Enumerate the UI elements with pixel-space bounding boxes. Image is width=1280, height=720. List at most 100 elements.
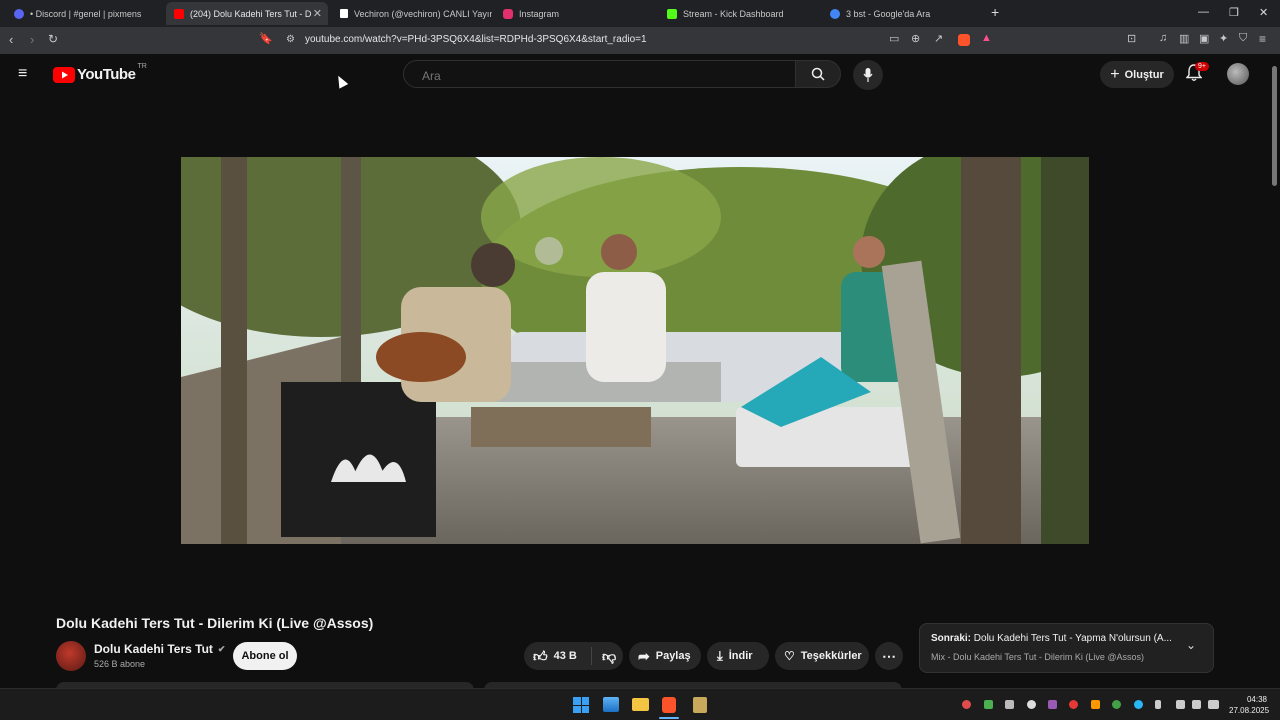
new-tab-button[interactable]: + [991,4,999,20]
tab-kick[interactable]: Stream - Kick Dashboard [659,2,819,25]
photos-app-icon[interactable] [603,697,619,712]
tab-google[interactable]: 3 bst - Google'da Ara [822,2,982,25]
tray-battery-icon[interactable] [1208,700,1219,709]
tray-display-icon[interactable] [1176,700,1185,709]
video-frame [181,157,1089,544]
clock-date: 27.08.2025 [1229,706,1270,715]
browser-tab-strip: • Discord | #genel | pixmens (204) Dolu … [0,0,1280,27]
dislike-button[interactable]: 👎︎ [602,648,616,665]
brave-browser-icon[interactable] [662,697,676,713]
youtube-logo-text: YouTube [77,66,136,83]
address-bar[interactable]: youtube.com/watch?v=PHd-3PSQ6X4&list=RDP… [305,34,647,45]
vpn-icon[interactable]: ⛉ [1239,32,1247,45]
active-app-indicator [659,717,679,719]
tray-arrow-icon[interactable] [1005,700,1014,709]
sidebar-icon[interactable]: ▥ [1179,32,1189,45]
verified-icon: ✔ [217,643,226,654]
avatar[interactable] [1227,63,1249,85]
tray-record-icon[interactable] [1069,700,1078,709]
youtube-logo[interactable]: YouTube TR [53,63,147,83]
tiktok-icon [340,9,348,18]
tab-label: • Discord | #genel | pixmens [30,8,142,19]
notifications-button[interactable]: 9+ [1185,62,1209,87]
page-scrollbar[interactable] [1268,54,1280,688]
up-next-title-row: Sonraki: Dolu Kadehi Ters Tut - Yapma N'… [931,633,1172,644]
region-code: TR [137,63,147,70]
ai-icon[interactable]: ✦ [1219,32,1228,45]
hamburger-menu-icon[interactable]: ≡ [18,65,27,83]
windows-start-icon[interactable] [573,697,589,713]
like-count: 43 B [553,650,577,662]
video-player[interactable] [181,157,1089,544]
file-explorer-icon[interactable] [632,698,649,711]
like-button[interactable]: 👍︎ 43 B [524,647,592,665]
thanks-button[interactable]: ♡ Teşekkürler [775,642,869,670]
notification-badge: 9+ [1195,62,1209,71]
more-actions-button[interactable]: ⋯ [875,642,903,670]
site-info-icon[interactable]: ⚙ [286,34,295,45]
download-icon: ⤓ [717,648,723,663]
tray-nvidia-icon[interactable] [984,700,993,709]
tray-steam-icon[interactable] [1027,700,1036,709]
subscribe-button[interactable]: Abone ol [233,642,297,670]
create-label: Oluştur [1124,68,1164,81]
thumbs-up-icon: 👍︎ [533,647,548,664]
up-next-mix: Mix - Dolu Kadehi Ters Tut - Dilerim Ki … [931,652,1145,662]
tray-vpn-icon[interactable] [1048,700,1057,709]
search-button[interactable] [795,60,841,88]
search-input[interactable] [420,68,724,84]
bookmark-icon[interactable]: 🔖 [259,32,273,45]
tray-network-app-icon[interactable] [1134,700,1143,709]
microphone-icon [863,68,873,82]
tab-label: Stream - Kick Dashboard [683,8,784,19]
brave-rewards-icon[interactable]: ▲ [981,32,992,44]
tab-discord[interactable]: • Discord | #genel | pixmens [6,2,166,25]
plus-icon: + [1110,65,1120,83]
download-label: İndir [728,650,753,662]
voice-search-button[interactable] [853,60,883,90]
minimize-icon[interactable]: — [1198,6,1209,18]
share-icon: ➦ [638,647,650,664]
reload-icon[interactable]: ↻ [48,32,58,46]
tray-volume-icon[interactable] [1192,700,1201,709]
clock[interactable]: 04:38 27.08.2025 [1229,694,1270,716]
channel-name-row: Dolu Kadehi Ters Tut ✔ [94,642,225,656]
tab-instagram[interactable]: Instagram [495,2,655,25]
menu-icon[interactable]: ≡ [1259,32,1266,46]
channel-avatar[interactable] [56,641,86,671]
wallet-icon[interactable]: ▣ [1199,32,1209,45]
share-page-icon[interactable]: ↗ [934,32,943,45]
back-icon[interactable]: ‹ [9,32,13,47]
youtube-icon [174,8,184,19]
brave-shields-icon[interactable] [958,34,970,46]
up-next-card[interactable]: Sonraki: Dolu Kadehi Ters Tut - Yapma N'… [919,623,1214,673]
tab-tiktok[interactable]: Vechiron (@vechiron) CANLI Yayında [332,2,492,25]
kick-icon [667,8,677,19]
more-horizontal-icon: ⋯ [882,647,896,664]
share-button[interactable]: ➦ Paylaş [629,642,701,670]
tab-youtube[interactable]: (204) Dolu Kadehi Ters Tut - D ✕ [166,2,328,25]
search-icon [811,67,825,81]
tray-amd-icon[interactable] [1091,700,1100,709]
tray-app-icon[interactable] [962,700,971,709]
maximize-icon[interactable]: ❐ [1229,6,1239,19]
forward-icon[interactable]: › [30,32,34,47]
close-tab-icon[interactable]: ✕ [313,7,322,20]
create-button[interactable]: + Oluştur [1100,61,1174,88]
cast-icon[interactable]: ▭ [889,32,899,45]
scrollbar-thumb[interactable] [1272,66,1277,186]
tray-shield-icon[interactable] [1112,700,1121,709]
tray-microphone-icon[interactable] [1155,700,1161,709]
clock-time: 04:38 [1246,695,1267,704]
zoom-icon[interactable]: ⊕ [911,32,920,45]
music-icon[interactable]: ♫ [1159,32,1167,44]
close-window-icon[interactable]: ✕ [1259,6,1268,19]
subscriber-count: 526 B abone [94,659,146,669]
chevron-down-icon[interactable]: ⌄ [1186,638,1196,652]
league-client-icon[interactable] [693,697,707,713]
channel-name[interactable]: Dolu Kadehi Ters Tut [94,642,213,656]
download-button[interactable]: ⤓ İndir [707,642,769,670]
subscribe-label: Abone ol [241,650,289,662]
screenshot-icon[interactable]: ⊡ [1127,32,1136,45]
tab-label: 3 bst - Google'da Ara [846,8,931,19]
